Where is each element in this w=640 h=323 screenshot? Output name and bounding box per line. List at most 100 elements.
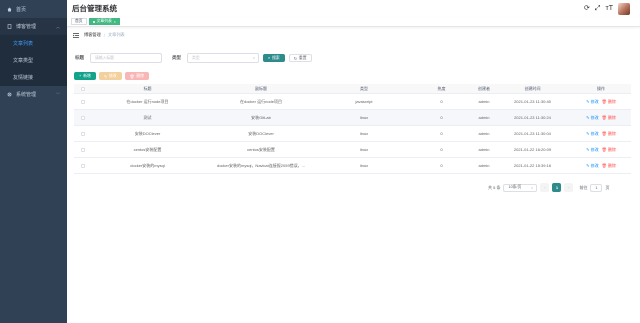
page-size-select[interactable]: 10条/页 ∨ — [503, 183, 538, 192]
prev-page-button[interactable]: ‹ — [540, 183, 550, 192]
next-page-button[interactable]: › — [564, 183, 574, 192]
sidebar-item-blog[interactable]: 博客管理 ︿ — [0, 18, 67, 35]
trash-icon: 🗑 — [129, 74, 135, 79]
column-header: 类型 — [360, 85, 368, 91]
row-edit-link[interactable]: ✎ 修改 — [586, 99, 598, 105]
delete-link-label: 删除 — [607, 130, 616, 136]
cell-type: linux — [359, 163, 369, 168]
table-row[interactable]: docker安装的mysql docker安装的mysql，Navicat连接报… — [74, 158, 631, 174]
goto-page-input[interactable]: 1 — [590, 183, 603, 192]
chevron-down-icon: ﹀ — [56, 91, 60, 97]
delete-link-label: 删除 — [607, 114, 616, 120]
row-checkbox[interactable] — [74, 147, 92, 152]
edit-icon: ✎ — [103, 74, 107, 79]
delete-button-label: 删除 — [136, 73, 145, 78]
title-label: 标题 — [75, 55, 84, 60]
sidebar-item-article-type[interactable]: 文章类型 — [0, 52, 67, 69]
refresh-icon[interactable]: ⟳ — [584, 4, 590, 14]
row-edit-link[interactable]: ✎ 修改 — [586, 115, 598, 121]
sidebar-item-label: 首页 — [16, 7, 27, 13]
cell-views: 0 — [440, 163, 443, 168]
pagination-total: 共 5 条 — [488, 184, 501, 190]
article-table: 标题 副标题 类型 热度 创建者 创建时间 操作 在docker 运行node项… — [74, 84, 631, 174]
row-delete-link[interactable]: 🗑 删除 — [602, 99, 616, 105]
header-actions: ⟳ ⤢ тT — [584, 3, 630, 15]
reset-button[interactable]: ↻ 重置 — [288, 54, 312, 62]
table-row[interactable]: 在docker 运行node项目 在docker 运行node项目 javasc… — [74, 94, 631, 110]
page-number-current[interactable]: 1 — [552, 183, 562, 192]
row-delete-link[interactable]: 🗑 删除 — [602, 163, 616, 169]
top-navbar: 后台管理系统 ⟳ ⤢ тT — [67, 0, 640, 17]
row-checkbox[interactable] — [74, 115, 92, 120]
type-select[interactable]: 类型 ∨ — [187, 53, 259, 63]
row-actions: ✎ 修改 🗑 删除 — [571, 163, 631, 169]
edit-button[interactable]: ✎ 修改 — [98, 72, 122, 80]
title-input[interactable]: 请输入标题 — [90, 53, 162, 63]
row-checkbox[interactable] — [74, 99, 92, 104]
row-delete-link[interactable]: 🗑 删除 — [602, 115, 616, 121]
table-row[interactable]: centos安装配置 centos安装配置 linux 0 admin 2021… — [74, 142, 631, 158]
cell-subtitle: 安装GitLab — [251, 114, 271, 120]
sidebar-item-system[interactable]: 系统管理 ﹀ — [0, 86, 67, 103]
edit-button-label: 修改 — [109, 73, 117, 78]
refresh-icon: ↻ — [293, 56, 297, 61]
sidebar-item-home[interactable]: 首页 — [0, 1, 67, 18]
chevron-down-icon: ∨ — [530, 185, 534, 190]
sidebar-item-article-list[interactable]: 文章列表 — [0, 35, 67, 52]
avatar[interactable] — [618, 3, 630, 15]
tag-label: 首页 — [75, 19, 83, 23]
row-checkbox[interactable] — [74, 131, 92, 136]
font-size-icon[interactable]: тT — [606, 4, 613, 14]
document-icon — [7, 24, 12, 29]
gear-icon — [7, 92, 12, 97]
cell-type: linux — [359, 131, 369, 136]
column-header: 副标题 — [255, 85, 267, 91]
cell-time: 2021-01-23 11:30:45 — [514, 99, 551, 104]
tag-home[interactable]: 首页 — [71, 18, 87, 25]
cell-time: 2021-01-22 16:20:09 — [513, 147, 552, 152]
cell-title: 在docker 运行node项目 — [126, 98, 169, 104]
edit-link-label: 修改 — [590, 162, 599, 168]
type-placeholder: 类型 — [192, 55, 200, 60]
delete-button[interactable]: 🗑 删除 — [124, 72, 150, 80]
table-row[interactable]: 安装DOClever 安装DOClever linux 0 admin 2021… — [74, 126, 631, 142]
cell-time: 2021-01-23 11:30:04 — [514, 131, 551, 136]
search-form: 标题 请输入标题 类型 类型 ∨ ⌕ 搜索 ↻ 重置 — [75, 52, 312, 64]
row-edit-link[interactable]: ✎ 修改 — [586, 163, 598, 169]
chevron-up-icon: ︿ — [56, 23, 60, 29]
sidebar-item-label: 博客管理 — [16, 24, 37, 30]
edit-link-label: 修改 — [590, 146, 599, 152]
cell-subtitle: 在docker 运行node项目 — [239, 98, 282, 104]
fullscreen-icon[interactable]: ⤢ — [595, 4, 601, 14]
goto-suffix: 页 — [605, 184, 610, 190]
row-checkbox[interactable] — [74, 163, 92, 168]
tag-article-list[interactable]: 文章列表 × — [88, 18, 120, 25]
row-edit-link[interactable]: ✎ 修改 — [586, 147, 598, 153]
select-all-checkbox[interactable] — [74, 86, 92, 91]
cell-creator: admin — [478, 131, 490, 136]
pagination: 共 5 条 10条/页 ∨ ‹ 1 › 前往 1 页 — [488, 183, 609, 192]
cell-creator: admin — [478, 115, 490, 120]
chevron-down-icon: ∨ — [252, 56, 255, 60]
add-button[interactable]: + 新增 — [74, 72, 96, 80]
delete-link-label: 删除 — [607, 146, 616, 152]
search-button[interactable]: ⌕ 搜索 — [263, 54, 285, 62]
row-actions: ✎ 修改 🗑 删除 — [571, 115, 631, 121]
row-delete-link[interactable]: 🗑 删除 — [602, 147, 616, 153]
row-actions: ✎ 修改 🗑 删除 — [571, 131, 631, 137]
goto-label: 前往 — [579, 184, 588, 190]
table-row[interactable]: 测试 安装GitLab linux 0 admin 2021-01-23 11:… — [74, 110, 631, 126]
sidebar-item-friend-links[interactable]: 友情链接 — [0, 69, 67, 86]
close-icon[interactable]: × — [114, 20, 116, 24]
cell-subtitle: docker安装的mysql，Navicat连接报2059错误，... — [216, 162, 306, 168]
page-size-value: 10条/页 — [508, 185, 522, 189]
row-delete-link[interactable]: 🗑 删除 — [602, 131, 616, 137]
column-header: 创建者 — [478, 85, 490, 91]
column-header: 创建时间 — [524, 85, 541, 91]
cell-time: 2021-01-23 11:30:24 — [514, 115, 551, 120]
breadcrumb-item[interactable]: 博客管理 — [84, 32, 101, 38]
add-button-label: 新增 — [83, 73, 91, 78]
row-edit-link[interactable]: ✎ 修改 — [586, 131, 598, 137]
hamburger-icon[interactable] — [73, 32, 79, 38]
cell-views: 0 — [440, 99, 443, 104]
